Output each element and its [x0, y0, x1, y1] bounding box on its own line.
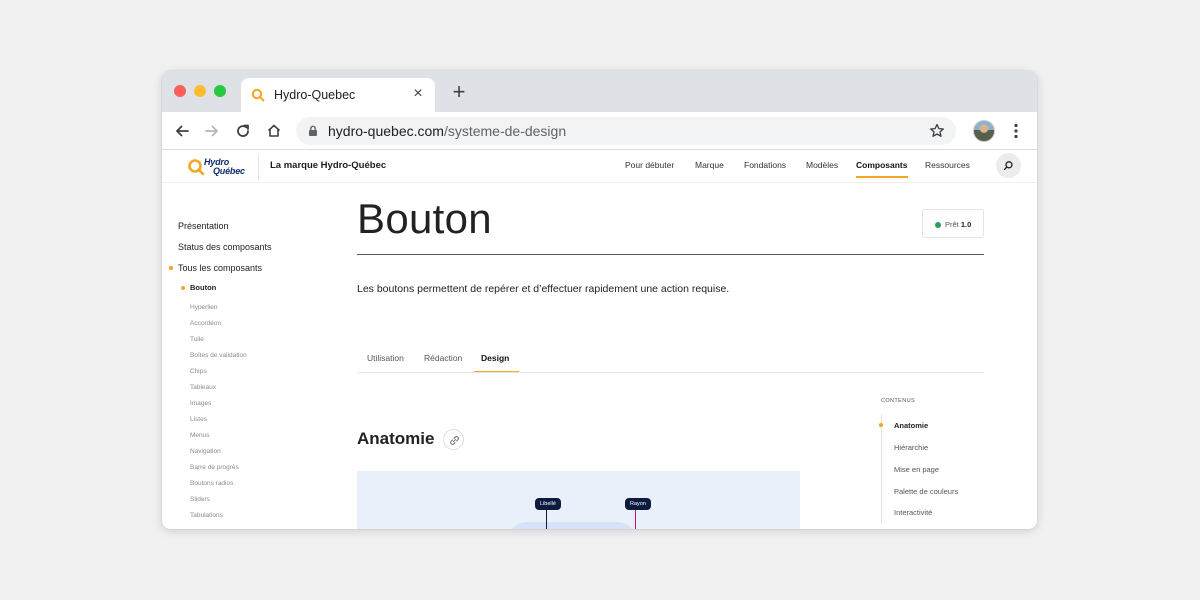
sidebar-subitem[interactable]: Boîtes de validation — [190, 352, 247, 359]
browser-toolbar: hydro-quebec.com/systeme-de-design — [162, 112, 1037, 150]
nav-ressources[interactable]: Ressources — [925, 160, 970, 170]
section-title-anatomie: Anatomie — [357, 429, 435, 448]
page-title: Bouton — [357, 195, 492, 242]
header-divider — [258, 154, 259, 180]
status-label: Prêt — [945, 220, 959, 229]
browser-tab[interactable]: Hydro-Quebec × — [241, 78, 435, 112]
title-divider — [357, 254, 984, 255]
anatomy-pointer-line — [635, 510, 636, 529]
address-bar[interactable]: hydro-quebec.com/systeme-de-design — [296, 117, 956, 145]
button-shape-illustration — [507, 522, 637, 529]
minimize-window-button[interactable] — [194, 85, 206, 97]
site-header: Hydro Québec La marque Hydro-Québec Pour… — [162, 150, 1037, 183]
nav-composants[interactable]: Composants — [856, 160, 907, 170]
tab-design[interactable]: Design — [481, 353, 509, 363]
tab-strip: Hydro-Quebec × + — [162, 71, 1037, 112]
status-badge: Prêt 1.0 — [922, 209, 984, 238]
sidebar-subitem-bouton[interactable]: Bouton — [190, 283, 216, 292]
nav-fondations[interactable]: Fondations — [744, 160, 786, 170]
sidebar-subitem[interactable]: Tableaux — [190, 384, 216, 391]
tab-title: Hydro-Quebec — [274, 88, 356, 102]
sidebar-subitem[interactable]: Boutons radios — [190, 480, 233, 487]
toc-item-palette[interactable]: Palette de couleurs — [894, 487, 958, 496]
link-icon — [450, 436, 459, 445]
sidebar-item-status[interactable]: Status des composants — [178, 242, 272, 252]
sidebar-subitem[interactable]: Barre de progrès — [190, 464, 239, 471]
logo-text-quebec: Québec — [213, 166, 245, 176]
home-icon[interactable] — [263, 120, 285, 142]
copy-link-button[interactable] — [443, 429, 464, 450]
nav-marque[interactable]: Marque — [695, 160, 724, 170]
nav-modeles[interactable]: Modèles — [806, 160, 838, 170]
anatomy-illustration: Libellé Rayon — [357, 471, 800, 529]
brand-title[interactable]: La marque Hydro-Québec — [270, 160, 386, 171]
sidebar-subitem[interactable]: Sliders — [190, 496, 210, 503]
toc-item-mise-en-page[interactable]: Mise en page — [894, 465, 939, 474]
forward-arrow-icon[interactable] — [201, 120, 223, 142]
sidebar-active-bullet — [169, 266, 173, 270]
search-icon — [1003, 161, 1013, 171]
sidebar-subitem[interactable]: Images — [190, 400, 211, 407]
sidebar-subitem[interactable]: Chips — [190, 368, 207, 375]
nav-pour-debuter[interactable]: Pour débuter — [625, 160, 674, 170]
tab-redaction[interactable]: Rédaction — [424, 353, 462, 363]
anatomy-pointer-line — [546, 510, 547, 529]
sidebar-item-tous-les-composants[interactable]: Tous les composants — [178, 263, 262, 273]
close-window-button[interactable] — [174, 85, 186, 97]
close-tab-icon[interactable]: × — [409, 85, 427, 103]
nav-active-indicator — [856, 176, 908, 178]
status-version: 1.0 — [960, 220, 972, 229]
toc-rail — [881, 414, 882, 524]
page-lead: Les boutons permettent de repérer et d’e… — [357, 283, 730, 295]
toc-heading: CONTENUS — [881, 398, 916, 404]
toc-item-interactivite[interactable]: Interactivité — [894, 508, 932, 517]
sidebar-subitem[interactable]: Menus — [190, 432, 210, 439]
toc-active-bullet — [879, 423, 883, 427]
sidebar-item-presentation[interactable]: Présentation — [178, 221, 229, 231]
tab-utilisation[interactable]: Utilisation — [367, 353, 404, 363]
anatomy-tag-rayon: Rayon — [625, 498, 651, 510]
sidebar-subitem[interactable]: Hyperlien — [190, 304, 217, 311]
sidebar-sub-active-bullet — [181, 286, 185, 290]
sidebar-subitem[interactable]: Tabulations — [190, 512, 223, 519]
profile-avatar[interactable] — [973, 120, 995, 142]
anatomy-tag-libelle: Libellé — [535, 498, 561, 510]
more-menu-icon[interactable] — [1008, 121, 1024, 141]
toc-item-anatomie[interactable]: Anatomie — [894, 421, 928, 430]
tabs-divider — [357, 372, 984, 373]
sidebar-subitem[interactable]: Accordéon — [190, 320, 221, 327]
new-tab-button[interactable]: + — [448, 81, 470, 104]
hydro-quebec-favicon-icon — [251, 88, 265, 102]
reload-icon[interactable] — [232, 120, 254, 142]
back-arrow-icon[interactable] — [171, 120, 193, 142]
status-dot-icon — [935, 222, 941, 228]
maximize-window-button[interactable] — [214, 85, 226, 97]
search-button[interactable] — [996, 153, 1021, 178]
sidebar-subitem[interactable]: Tuile — [190, 336, 204, 343]
url-text: hydro-quebec.com/systeme-de-design — [328, 123, 567, 139]
lock-icon — [309, 125, 317, 136]
sidebar-subitem[interactable]: Navigation — [190, 448, 221, 455]
toc-item-hierarchie[interactable]: Hiérarchie — [894, 443, 928, 452]
sidebar-subitem[interactable]: Listes — [190, 416, 207, 423]
hydro-quebec-logo[interactable]: Hydro Québec — [187, 156, 249, 178]
browser-window: Hydro-Quebec × + hydro-quebec.com/system… — [162, 71, 1037, 529]
bookmark-star-icon[interactable] — [928, 122, 946, 140]
